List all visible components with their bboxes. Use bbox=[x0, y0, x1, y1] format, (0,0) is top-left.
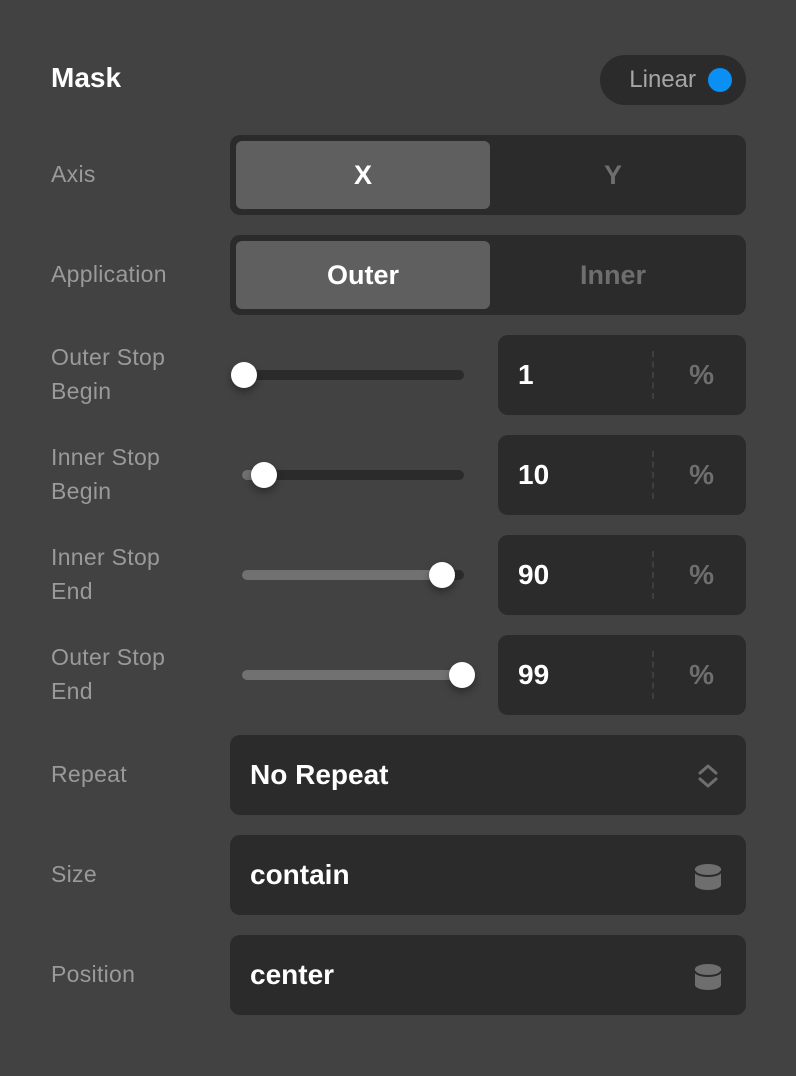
repeat-label: Repeat bbox=[51, 761, 127, 787]
outer-stop-begin-row: Outer Stop Begin 1 % bbox=[0, 335, 796, 415]
outer-stop-end-input[interactable]: 99 % bbox=[498, 635, 746, 715]
label-line: Inner Stop bbox=[51, 544, 161, 570]
divider bbox=[652, 451, 654, 499]
inner-stop-begin-label: Inner Stop Begin bbox=[51, 440, 160, 508]
outer-stop-begin-slider[interactable] bbox=[231, 362, 464, 388]
size-label: Size bbox=[51, 861, 97, 887]
inner-stop-end-slider[interactable] bbox=[242, 562, 464, 588]
label-line: End bbox=[51, 678, 93, 704]
label-line: Outer Stop bbox=[51, 344, 166, 370]
axis-label: Axis bbox=[51, 161, 96, 187]
repeat-select[interactable]: No Repeat bbox=[230, 735, 746, 815]
position-row: Position center bbox=[0, 935, 796, 1015]
status-dot-icon bbox=[708, 68, 732, 92]
database-icon[interactable] bbox=[694, 961, 722, 991]
position-value: center bbox=[250, 959, 335, 990]
inner-stop-begin-row: Inner Stop Begin 10 % bbox=[0, 435, 796, 515]
inner-stop-end-row: Inner Stop End 90 % bbox=[0, 535, 796, 615]
slider-thumb[interactable] bbox=[428, 562, 455, 588]
outer-stop-begin-input[interactable]: 1 % bbox=[498, 335, 746, 415]
size-input[interactable]: contain bbox=[230, 835, 746, 915]
mask-type-label: Linear bbox=[629, 66, 696, 93]
position-input[interactable]: center bbox=[230, 935, 746, 1015]
axis-option-y[interactable]: Y bbox=[486, 141, 740, 209]
outer-stop-end-row: Outer Stop End 99 % bbox=[0, 635, 796, 715]
inner-stop-begin-slider[interactable] bbox=[242, 462, 464, 488]
outer-stop-end-label: Outer Stop End bbox=[51, 640, 165, 708]
slider-fill bbox=[242, 670, 462, 680]
size-row: Size contain bbox=[0, 835, 796, 915]
label-line: End bbox=[51, 578, 93, 604]
inner-stop-begin-input[interactable]: 10 % bbox=[498, 435, 746, 515]
application-label: Application bbox=[51, 261, 167, 287]
application-row: Application Outer Inner bbox=[0, 235, 796, 315]
chevron-up-down-icon bbox=[698, 764, 718, 788]
input-value[interactable]: 90 bbox=[518, 535, 549, 615]
divider bbox=[652, 651, 654, 699]
application-option-outer[interactable]: Outer bbox=[236, 241, 490, 309]
input-value[interactable]: 99 bbox=[518, 635, 549, 715]
input-value[interactable]: 10 bbox=[518, 435, 549, 515]
slider-fill bbox=[242, 570, 442, 580]
label-line: Begin bbox=[51, 378, 112, 404]
axis-option-x[interactable]: X bbox=[236, 141, 490, 209]
inner-stop-end-input[interactable]: 90 % bbox=[498, 535, 746, 615]
database-icon[interactable] bbox=[694, 861, 722, 891]
slider-thumb[interactable] bbox=[448, 662, 475, 688]
mask-type-toggle[interactable]: Linear bbox=[600, 55, 746, 105]
panel-title: Mask bbox=[51, 62, 122, 93]
application-option-inner[interactable]: Inner bbox=[486, 241, 740, 309]
position-label: Position bbox=[51, 961, 136, 987]
outer-stop-end-slider[interactable] bbox=[242, 662, 475, 688]
slider-thumb[interactable] bbox=[231, 362, 258, 388]
outer-stop-begin-label: Outer Stop Begin bbox=[51, 340, 165, 408]
unit-label: % bbox=[689, 359, 714, 390]
axis-segmented-control: X Y bbox=[230, 135, 746, 215]
divider bbox=[652, 551, 654, 599]
slider-thumb[interactable] bbox=[251, 462, 278, 488]
application-segmented-control: Outer Inner bbox=[230, 235, 746, 315]
axis-row: Axis X Y bbox=[0, 135, 796, 215]
repeat-row: Repeat No Repeat bbox=[0, 735, 796, 815]
size-value: contain bbox=[250, 859, 350, 890]
unit-label: % bbox=[689, 459, 714, 490]
label-line: Inner Stop bbox=[51, 444, 161, 470]
unit-label: % bbox=[689, 559, 714, 590]
input-value[interactable]: 1 bbox=[518, 335, 534, 415]
unit-label: % bbox=[689, 659, 714, 690]
repeat-value: No Repeat bbox=[250, 759, 389, 790]
label-line: Outer Stop bbox=[51, 644, 166, 670]
inner-stop-end-label: Inner Stop End bbox=[51, 540, 160, 608]
label-line: Begin bbox=[51, 478, 112, 504]
divider bbox=[652, 351, 654, 399]
